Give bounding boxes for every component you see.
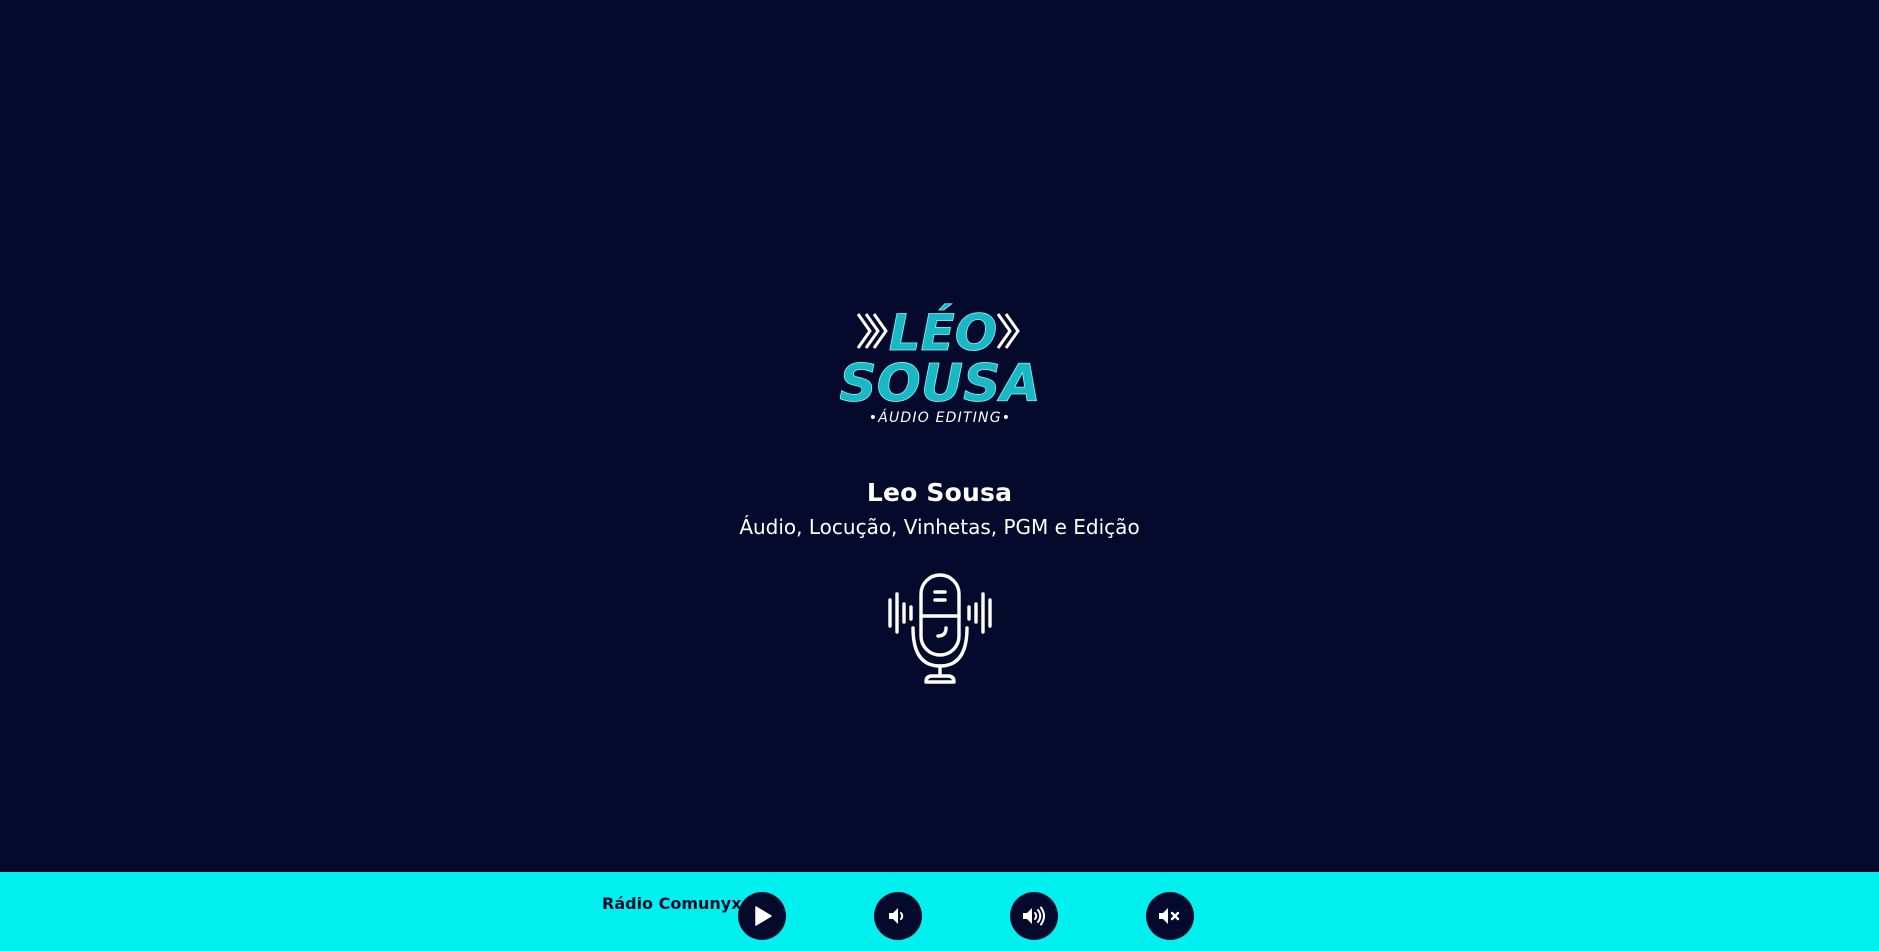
site-title: Leo Sousa (866, 478, 1013, 507)
hero: LÉO SOUSA •ÁUDIO EDITING• Leo Sousa Áudi… (0, 290, 1879, 686)
radio-player-bar: Rádio Comunyx (0, 872, 1879, 951)
play-button[interactable] (738, 892, 786, 940)
microphone-icon (887, 573, 992, 684)
logo-tagline: •ÁUDIO EDITING• (868, 409, 1010, 426)
site-subtitle: Áudio, Locução, Vinhetas, PGM e Edição (739, 515, 1140, 539)
mute-icon (1159, 908, 1180, 924)
logo-line2: SOUSA (840, 354, 1040, 414)
volume-up-icon (1023, 906, 1045, 926)
mute-button[interactable] (1146, 892, 1194, 940)
volume-down-icon (889, 908, 904, 924)
page: LÉO SOUSA •ÁUDIO EDITING• Leo Sousa Áudi… (0, 0, 1879, 951)
chevron-right-icon (996, 313, 1020, 349)
volume-up-button[interactable] (1010, 892, 1058, 940)
station-name: Rádio Comunyx (602, 894, 742, 913)
play-icon (755, 906, 772, 926)
volume-down-button[interactable] (874, 892, 922, 940)
chevron-left-icon (856, 313, 888, 349)
leo-sousa-logo: LÉO SOUSA •ÁUDIO EDITING• (840, 303, 1040, 426)
